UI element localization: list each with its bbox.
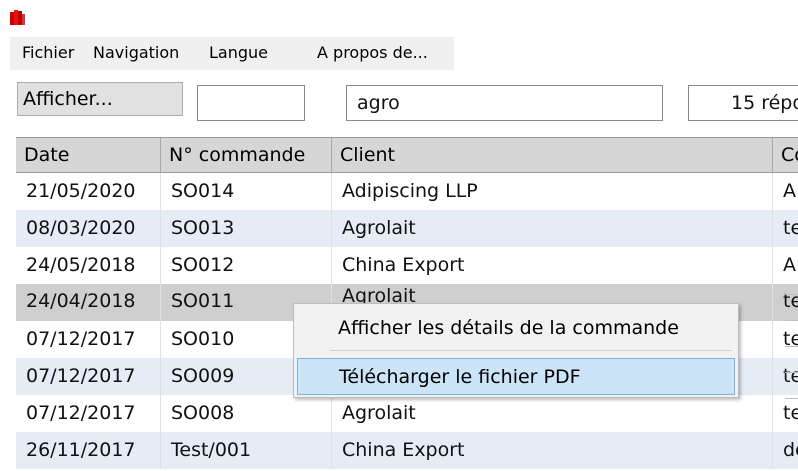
cell-client: China Export (332, 247, 773, 284)
menu-separator (330, 350, 732, 351)
cell-co: de (773, 432, 798, 469)
column-header-client[interactable]: Client (332, 138, 773, 172)
scroll-grip[interactable] (785, 290, 798, 415)
cell-client: Agrolait (332, 395, 773, 432)
table-row[interactable]: 21/05/2020 SO014 Adipiscing LLP A (16, 173, 798, 210)
menu-about[interactable]: A propos de... (317, 37, 428, 70)
cell-order-number: SO012 (161, 247, 332, 284)
cell-order-number: SO013 (161, 210, 332, 247)
cell-date: 24/04/2018 (16, 284, 161, 321)
cell-date: 08/03/2020 (16, 210, 161, 247)
cell-co: A (773, 173, 798, 210)
table-row[interactable]: 26/11/2017 Test/001 China Export de (16, 432, 798, 469)
menu-file[interactable]: Fichier (22, 37, 74, 70)
filter-input[interactable] (197, 85, 305, 121)
cell-order-number: Test/001 (161, 432, 332, 469)
search-input[interactable]: agro (346, 85, 663, 121)
cell-date: 21/05/2020 (16, 173, 161, 210)
cell-client: Agrolait (332, 210, 773, 247)
cell-client: China Export (332, 432, 773, 469)
column-header-co[interactable]: Co (773, 138, 798, 172)
column-header-order-number[interactable]: N° commande (161, 138, 332, 172)
cell-date: 26/11/2017 (16, 432, 161, 469)
cell-co: A (773, 247, 798, 284)
app-icon (10, 10, 25, 25)
table-row[interactable]: 07/12/2017 SO008 Agrolait te (16, 395, 798, 432)
results-count: 15 répo (688, 85, 798, 121)
table-row[interactable]: 24/05/2018 SO012 China Export A (16, 247, 798, 284)
cell-date: 07/12/2017 (16, 358, 161, 395)
cell-order-number: SO008 (161, 395, 332, 432)
cell-date: 07/12/2017 (16, 395, 161, 432)
menu-language[interactable]: Langue (209, 37, 268, 70)
menu-bar: Fichier Navigation Langue A propos de... (10, 37, 454, 70)
menu-item-show-order-details[interactable]: Afficher les détails de la commande (297, 310, 735, 347)
menu-navigation[interactable]: Navigation (93, 37, 179, 70)
show-button[interactable]: Afficher... (17, 82, 183, 116)
cell-date: 24/05/2018 (16, 247, 161, 284)
cell-client: Adipiscing LLP (332, 173, 773, 210)
cell-date: 07/12/2017 (16, 321, 161, 358)
cell-order-number: SO014 (161, 173, 332, 210)
table-row[interactable]: 08/03/2020 SO013 Agrolait te (16, 210, 798, 247)
table-header: Date N° commande Client Co (16, 137, 798, 173)
column-header-date[interactable]: Date (16, 138, 161, 172)
cell-co: te (773, 210, 798, 247)
context-menu: Afficher les détails de la commande Télé… (293, 303, 739, 398)
title-bar (0, 0, 798, 36)
menu-item-download-pdf[interactable]: Télécharger le fichier PDF (297, 358, 735, 395)
